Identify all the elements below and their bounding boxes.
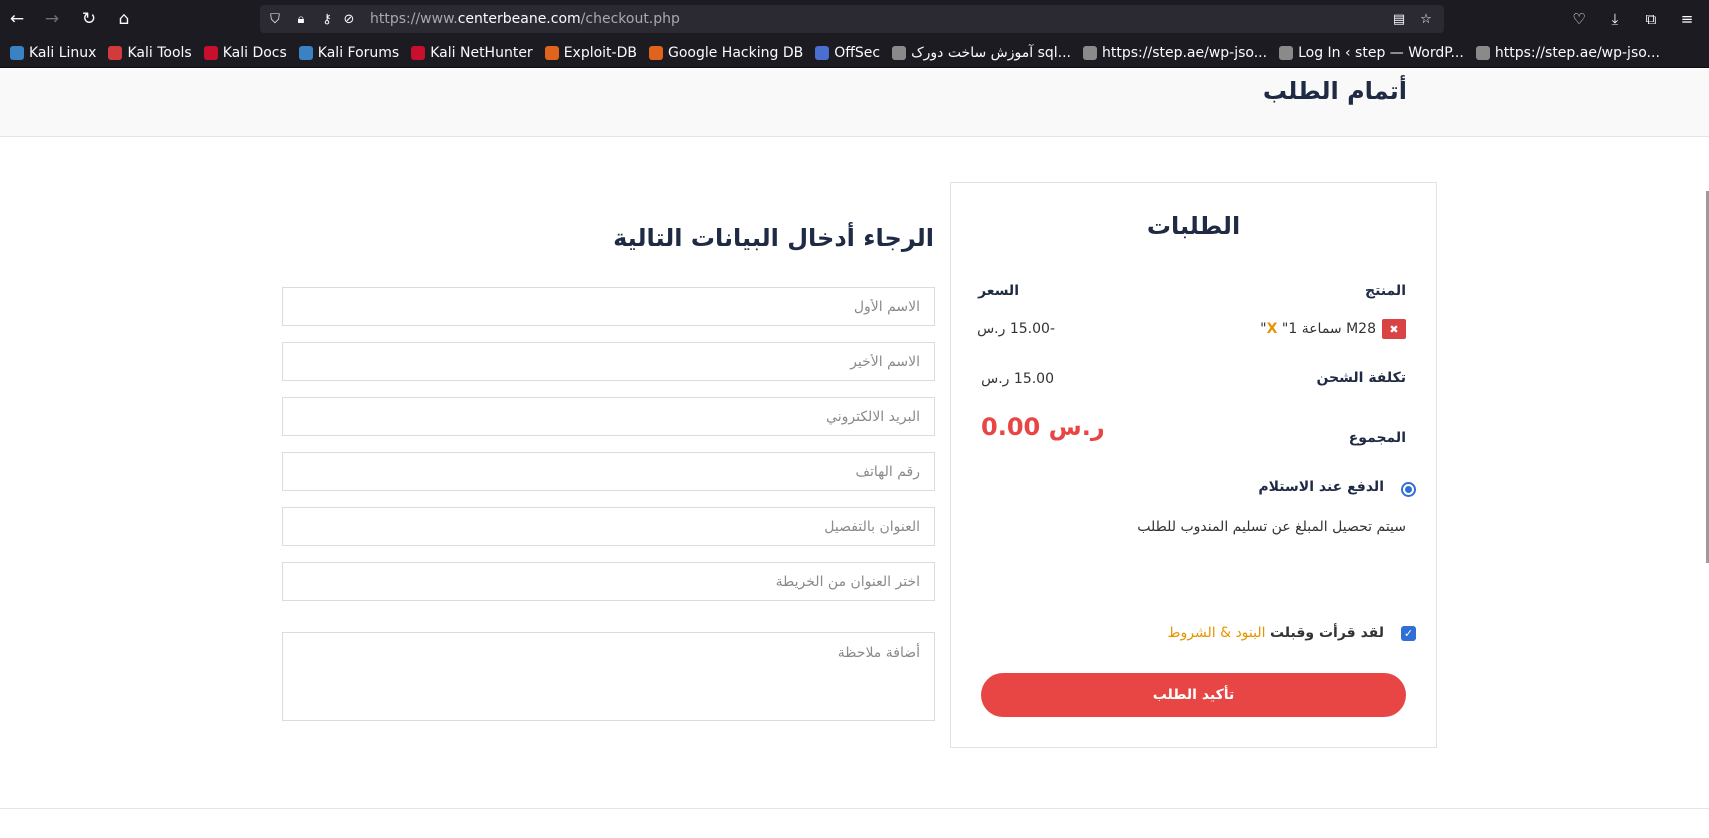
cod-radio[interactable]	[1401, 482, 1416, 497]
permissions-icon[interactable]: ⚷	[318, 10, 336, 28]
bookmark-favicon-icon	[1475, 45, 1490, 60]
page-header: أتمام الطلب	[0, 69, 1709, 137]
bookmark-favicon-icon	[1083, 45, 1098, 60]
last-name-field[interactable]	[282, 342, 935, 381]
bookmark-item[interactable]: Kali Docs	[198, 40, 293, 66]
url-prefix: https://www.	[370, 11, 458, 27]
url-path: /checkout.php	[580, 11, 680, 27]
lock-icon[interactable]: 🔒︎	[292, 10, 310, 28]
terms-text: لقد قرأت وقبلت البنود & الشروط	[1168, 625, 1384, 641]
bookmark-item[interactable]: Google Hacking DB	[643, 40, 809, 66]
form-title: الرجاء أدخال البيانات التالية	[613, 224, 934, 252]
bookmark-favicon-icon	[108, 45, 123, 60]
note-field[interactable]	[282, 632, 935, 721]
bookmark-label: Kali Docs	[222, 44, 287, 61]
downloads-icon[interactable]: ⤓	[1603, 7, 1627, 31]
bookmark-item[interactable]: https://step.ae/wp-jso...	[1470, 40, 1666, 66]
payment-note: سيتم تحصيل المبلغ عن تسليم المندوب للطلب	[1137, 519, 1406, 535]
bookmark-favicon-icon	[1279, 45, 1294, 60]
order-title: الطلبات	[1146, 212, 1241, 240]
forward-icon[interactable]: →	[39, 6, 65, 32]
tracking-protection-icon[interactable]: ⊘	[340, 10, 358, 28]
bookmark-label: Kali Linux	[29, 44, 97, 61]
url-text[interactable]: https://www.centerbeane.com/checkout.php	[370, 11, 680, 27]
browser-toolbar: ← → ↻ ⌂ ⛉ 🔒︎ ⚷ ⊘ https://www.centerbeane…	[0, 0, 1709, 38]
reload-icon[interactable]: ↻	[76, 6, 102, 32]
bookmark-favicon-icon	[648, 45, 663, 60]
first-name-field[interactable]	[282, 287, 935, 326]
bookmark-favicon-icon	[203, 45, 218, 60]
phone-field[interactable]	[282, 452, 935, 491]
item-qty: "1"	[1260, 321, 1298, 337]
total-value: 0.00 ر.س	[981, 413, 1105, 441]
url-host: centerbeane.com	[457, 11, 581, 27]
remove-item-button[interactable]: ✖	[1382, 319, 1406, 339]
email-field[interactable]	[282, 397, 935, 436]
bookmark-label: Kali Tools	[127, 44, 192, 61]
bookmark-item[interactable]: Kali Tools	[102, 40, 197, 66]
bookmark-label: Google Hacking DB	[667, 44, 804, 61]
checkout-page: أتمام الطلب الطلبات المنتج السعر ✖ M28 س…	[0, 69, 1709, 838]
bookmark-favicon-icon	[544, 45, 559, 60]
bookmark-favicon-icon	[892, 45, 907, 60]
payment-label[interactable]: الدفع عند الاستلام	[1258, 479, 1384, 495]
order-item: M28 سماعة X "1"	[1260, 321, 1376, 337]
address-bar[interactable]: ⛉ 🔒︎ ⚷ ⊘ https://www.centerbeane.com/che…	[260, 5, 1444, 33]
bookmark-label: آموزش ساخت دورک sql...	[911, 44, 1072, 61]
item-name: M28 سماعة	[1301, 321, 1376, 337]
bookmark-favicon-icon	[815, 45, 830, 60]
home-icon[interactable]: ⌂	[111, 6, 137, 32]
terms-prefix: لقد قرأت وقبلت	[1269, 625, 1384, 641]
bookmark-item[interactable]: https://step.ae/wp-jso...	[1077, 40, 1273, 66]
bookmark-favicon-icon	[411, 45, 426, 60]
bookmark-favicon-icon	[298, 45, 313, 60]
bookmark-item[interactable]: Kali Forums	[293, 40, 405, 66]
pocket-icon[interactable]: ♡	[1567, 7, 1591, 31]
terms-checkbox[interactable]: ✓	[1401, 626, 1416, 641]
shipping-label: تكلفة الشحن	[1316, 370, 1406, 386]
bookmark-label: Kali NetHunter	[430, 44, 533, 61]
bookmark-item[interactable]: Kali Linux	[4, 40, 102, 66]
total-label: المجموع	[1348, 430, 1406, 446]
price-column-header: السعر	[978, 283, 1019, 299]
bookmark-label: Log In ‹ step — WordP...	[1298, 44, 1464, 61]
order-summary-card: الطلبات المنتج السعر ✖ M28 سماعة X "1" -…	[950, 182, 1437, 748]
extensions-icon[interactable]: ⧉	[1639, 7, 1663, 31]
address-field[interactable]	[282, 507, 935, 546]
bookmark-item[interactable]: Exploit-DB	[539, 40, 643, 66]
footer-divider	[0, 808, 1709, 809]
confirm-order-button[interactable]: تأكيد الطلب	[981, 673, 1406, 717]
shipping-value: 15.00 ر.س	[981, 371, 1054, 387]
bookmark-label: https://step.ae/wp-jso...	[1494, 44, 1660, 61]
bookmark-item[interactable]: آموزش ساخت دورک sql...	[886, 40, 1077, 66]
bookmark-favicon-icon	[10, 45, 24, 60]
bookmark-label: OffSec	[834, 44, 881, 61]
reader-view-icon[interactable]: ▤	[1390, 10, 1408, 28]
bookmark-label: https://step.ae/wp-jso...	[1102, 44, 1268, 61]
bookmark-label: Kali Forums	[317, 44, 400, 61]
bookmark-item[interactable]: Log In ‹ step — WordP...	[1273, 40, 1470, 66]
item-x: X	[1266, 321, 1278, 337]
bookmarks-bar: Kali Linux Kali Tools Kali Docs Kali Forums…	[0, 38, 1709, 68]
bookmark-label: Exploit-DB	[563, 44, 637, 61]
page-title: أتمام الطلب	[1262, 77, 1407, 105]
bookmark-star-icon[interactable]: ☆	[1417, 10, 1435, 28]
bookmark-item[interactable]: OffSec	[809, 40, 886, 66]
menu-icon[interactable]: ≡	[1675, 7, 1699, 31]
product-column-header: المنتج	[1365, 283, 1406, 299]
bookmark-item[interactable]: Kali NetHunter	[405, 40, 538, 66]
shield-icon[interactable]: ⛉	[266, 10, 284, 28]
map-address-field[interactable]	[282, 562, 935, 601]
item-price: -15.00 ر.س	[977, 321, 1055, 337]
terms-link[interactable]: البنود & الشروط	[1168, 625, 1266, 641]
back-icon[interactable]: ←	[4, 6, 30, 32]
